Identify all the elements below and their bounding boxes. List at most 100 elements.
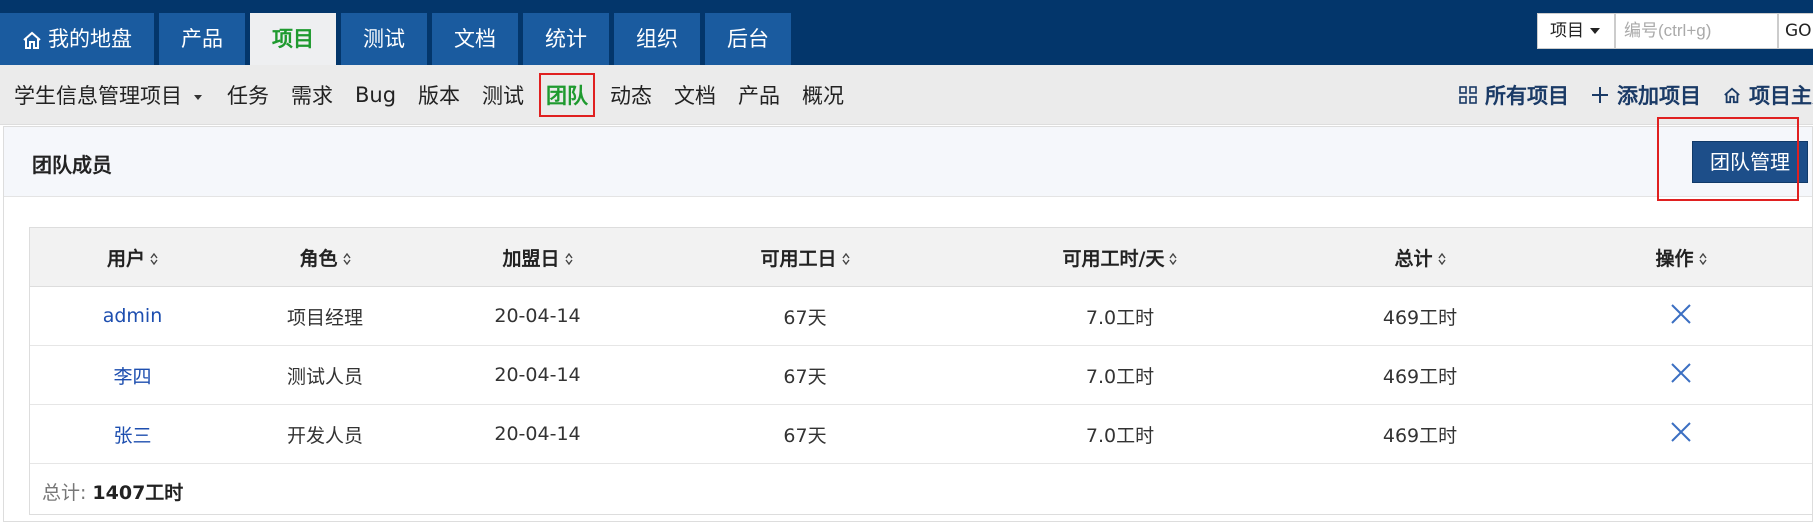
sort-icon — [1169, 253, 1178, 265]
subnav-doc[interactable]: 文档 — [674, 80, 716, 110]
tab-label: 产品 — [181, 27, 223, 51]
col-label: 用户 — [106, 247, 145, 270]
home-icon — [1724, 87, 1740, 104]
cell-role: 测试人员 — [235, 345, 415, 405]
col-label: 可用工日 — [760, 247, 837, 270]
subnav-team[interactable]: 团队 — [539, 73, 596, 117]
subnav-story[interactable]: 需求 — [291, 80, 333, 110]
cell-hours: 7.0工时 — [950, 345, 1290, 405]
search-scope-select[interactable]: 项目 — [1537, 13, 1615, 49]
table-footer: 总计: 1407工时 — [30, 464, 1812, 522]
col-user[interactable]: 用户 — [30, 228, 235, 287]
cell-days: 67天 — [660, 404, 950, 464]
table-header-row: 用户 角色 加盟日 可用工日 可用工时/天 总计 操作 — [30, 228, 1812, 287]
cell-hours: 7.0工时 — [950, 286, 1290, 346]
cell-total: 469工时 — [1290, 404, 1550, 464]
tab-my-dashboard[interactable]: 我的地盘 — [0, 13, 154, 65]
search-input[interactable] — [1615, 13, 1778, 49]
tab-label: 测试 — [363, 27, 405, 51]
cell-join-date: 20-04-14 — [415, 404, 660, 464]
tab-test[interactable]: 测试 — [341, 13, 427, 65]
main-tabs: 我的地盘 产品 项目 测试 文档 统计 组织 后台 — [0, 13, 796, 65]
search-box: 项目 GO — [1537, 13, 1813, 49]
add-project-link[interactable]: 添加项目 — [1591, 80, 1701, 110]
tab-label: 后台 — [727, 27, 769, 51]
total-value: 1407工时 — [92, 482, 184, 504]
cell-actions — [1550, 404, 1812, 464]
col-label: 操作 — [1655, 247, 1694, 270]
remove-icon[interactable] — [1670, 421, 1692, 443]
subnav-bug[interactable]: Bug — [355, 83, 396, 107]
total-label: 总计: — [42, 482, 87, 504]
all-projects-link[interactable]: 所有项目 — [1459, 80, 1569, 110]
search-scope-label: 项目 — [1550, 21, 1584, 41]
sort-icon — [1698, 253, 1707, 265]
add-project-label: 添加项目 — [1617, 84, 1701, 108]
cell-user-link[interactable]: 张三 — [30, 404, 235, 464]
cell-total: 469工时 — [1290, 286, 1550, 346]
cell-days: 67天 — [660, 345, 950, 405]
col-hours-per-day[interactable]: 可用工时/天 — [950, 228, 1290, 287]
tab-stats[interactable]: 统计 — [523, 13, 609, 65]
panel-title: 团队成员 — [32, 153, 112, 177]
project-subnav: 学生信息管理项目 任务 需求 Bug 版本 测试 团队 动态 文档 产品 概况 … — [0, 65, 1813, 125]
cell-actions — [1550, 286, 1812, 346]
plus-icon — [1592, 87, 1608, 103]
home-icon — [23, 31, 41, 49]
tab-admin[interactable]: 后台 — [705, 13, 791, 65]
cell-join-date: 20-04-14 — [415, 345, 660, 405]
col-label: 加盟日 — [502, 247, 560, 270]
project-name: 学生信息管理项目 — [14, 84, 182, 108]
grid-icon — [1459, 86, 1477, 104]
col-actions[interactable]: 操作 — [1550, 228, 1812, 287]
cell-role: 开发人员 — [235, 404, 415, 464]
tab-label: 文档 — [454, 27, 496, 51]
team-table: 用户 角色 加盟日 可用工日 可用工时/天 总计 操作 admin 项目经理 2… — [30, 228, 1812, 464]
col-label: 角色 — [299, 247, 338, 270]
tab-project[interactable]: 项目 — [250, 13, 336, 65]
table-row: 张三 开发人员 20-04-14 67天 7.0工时 469工时 — [30, 404, 1812, 464]
subnav-build[interactable]: 版本 — [418, 80, 460, 110]
tab-label: 项目 — [272, 27, 314, 51]
col-label: 总计 — [1394, 247, 1433, 270]
cell-user-link[interactable]: 李四 — [30, 345, 235, 405]
sort-icon — [1437, 253, 1446, 265]
tab-label: 统计 — [545, 27, 587, 51]
subnav-test[interactable]: 测试 — [482, 80, 524, 110]
remove-icon[interactable] — [1670, 303, 1692, 325]
sort-icon — [150, 253, 158, 265]
cell-total: 469工时 — [1290, 345, 1550, 405]
col-total[interactable]: 总计 — [1290, 228, 1550, 287]
go-button[interactable]: GO — [1778, 13, 1813, 49]
col-available-days[interactable]: 可用工日 — [660, 228, 950, 287]
subnav-task[interactable]: 任务 — [227, 80, 269, 110]
tab-doc[interactable]: 文档 — [432, 13, 518, 65]
cell-hours: 7.0工时 — [950, 404, 1290, 464]
project-home-link[interactable]: 项目主页 — [1723, 80, 1813, 110]
tab-org[interactable]: 组织 — [614, 13, 700, 65]
tab-label: 我的地盘 — [48, 27, 132, 51]
cell-role: 项目经理 — [235, 286, 415, 346]
project-switcher[interactable]: 学生信息管理项目 — [14, 80, 202, 110]
all-projects-label: 所有项目 — [1485, 84, 1569, 108]
cell-actions — [1550, 345, 1812, 405]
team-manage-button[interactable]: 团队管理 — [1692, 141, 1808, 183]
team-table-wrap: 用户 角色 加盟日 可用工日 可用工时/天 总计 操作 admin 项目经理 2… — [29, 227, 1813, 515]
remove-icon[interactable] — [1670, 362, 1692, 384]
project-home-label: 项目主页 — [1749, 84, 1813, 108]
subnav-product[interactable]: 产品 — [738, 80, 780, 110]
cell-user-link[interactable]: admin — [30, 286, 235, 346]
subnav-dynamic[interactable]: 动态 — [610, 80, 652, 110]
col-join-date[interactable]: 加盟日 — [415, 228, 660, 287]
panel-header: 团队成员 团队管理 — [4, 127, 1812, 197]
tab-product[interactable]: 产品 — [159, 13, 245, 65]
col-role[interactable]: 角色 — [235, 228, 415, 287]
tab-label: 组织 — [636, 27, 678, 51]
col-label: 可用工时/天 — [1062, 247, 1165, 270]
subnav-overview[interactable]: 概况 — [802, 80, 844, 110]
caret-down-icon — [194, 94, 202, 100]
sort-icon — [841, 253, 850, 265]
caret-down-icon — [1590, 28, 1600, 34]
table-row: 李四 测试人员 20-04-14 67天 7.0工时 469工时 — [30, 345, 1812, 405]
cell-join-date: 20-04-14 — [415, 286, 660, 346]
